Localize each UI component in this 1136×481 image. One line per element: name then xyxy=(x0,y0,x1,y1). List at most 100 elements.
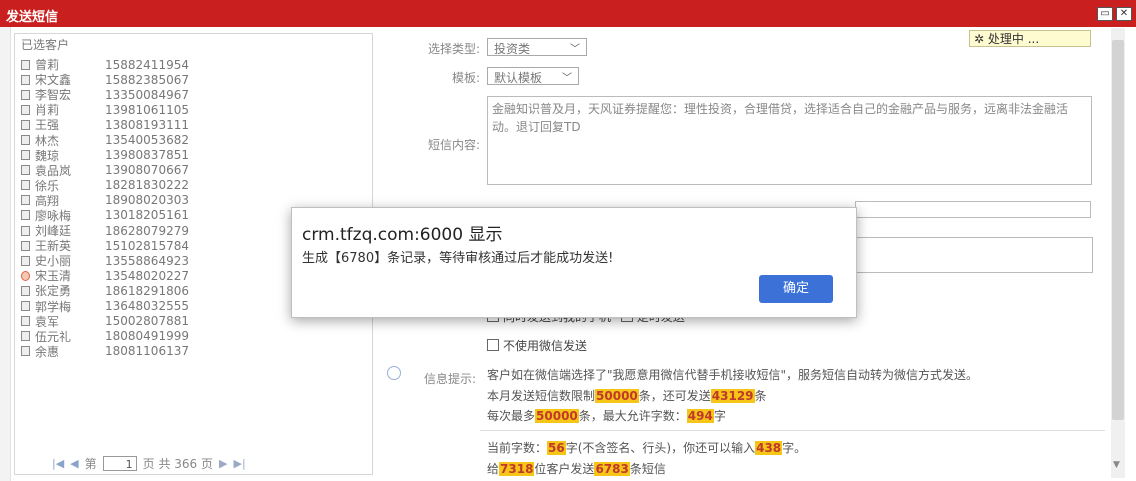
info-line-1: 客户如在微信端选择了"我愿意用微信代替手机接收短信"，服务短信自动转为微信方式发… xyxy=(487,368,979,382)
maximize-button[interactable]: ▭ xyxy=(1097,7,1113,21)
customer-icon xyxy=(21,331,30,342)
type-select[interactable]: 投资类 ﹀ xyxy=(487,38,587,56)
no-wechat-checkbox[interactable] xyxy=(487,339,499,351)
customer-icon xyxy=(21,210,30,221)
customer-phone: 18081106137 xyxy=(105,344,189,359)
info-line-3: 每次最多50000条，最大允许字数：494字 xyxy=(487,406,726,427)
no-wechat-label: 不使用微信发送 xyxy=(503,339,588,353)
type-label: 选择类型: xyxy=(427,42,480,56)
customer-phone: 15882385067 xyxy=(105,72,189,87)
dialog-title: crm.tfzq.com:6000 显示 xyxy=(302,225,503,245)
max-per-send-value: 50000 xyxy=(535,409,579,423)
customer-icon xyxy=(21,346,30,357)
first-page-icon[interactable]: |◀ xyxy=(52,457,64,470)
chevron-down-icon: ﹀ xyxy=(562,73,572,84)
template-select[interactable]: 默认模板 ﹀ xyxy=(487,67,579,85)
info-text: 本月发送短信数限制 xyxy=(487,389,596,403)
next-page-icon[interactable]: ▶ xyxy=(219,457,227,470)
info-text: 每次最多 xyxy=(487,409,536,423)
signature-field[interactable] xyxy=(855,201,1091,218)
customer-phone: 18281830222 xyxy=(105,178,189,193)
info-text: 条，还可发送 xyxy=(638,389,711,403)
info-text: 字。 xyxy=(782,441,807,455)
customer-icon xyxy=(21,104,30,115)
type-select-value: 投资类 xyxy=(494,42,531,56)
customer-row[interactable]: 高翔 18908020303 xyxy=(21,193,361,208)
page-number-input[interactable]: 1 xyxy=(102,456,137,471)
customer-row[interactable]: 林杰 13540053682 xyxy=(21,132,361,148)
customer-icon xyxy=(21,225,30,236)
customer-row[interactable]: 曾莉 15882411954 xyxy=(21,57,361,72)
info-text: 字(不含签名、行头)，你还可以输入 xyxy=(565,441,756,455)
customer-panel-header: 已选客户 xyxy=(21,38,70,52)
customer-phone: 18618291806 xyxy=(105,283,189,298)
info-text: 给 xyxy=(487,462,500,476)
close-button[interactable]: ✕ xyxy=(1116,7,1132,21)
extra-field[interactable] xyxy=(855,237,1093,273)
customer-row[interactable]: 袁品岚 13908070667 xyxy=(21,163,361,178)
customer-row[interactable]: 李智宏 13350084967 xyxy=(21,87,361,102)
chevron-down-icon: ﹀ xyxy=(570,44,580,55)
window-titlebar: 发送短信 ▭ ✕ xyxy=(0,0,1136,27)
last-page-icon[interactable]: ▶| xyxy=(233,457,245,470)
chars-left-value: 438 xyxy=(755,441,783,455)
monthly-limit-value: 50000 xyxy=(595,389,639,403)
customer-icon xyxy=(21,316,30,327)
customer-phone: 13018205161 xyxy=(105,208,189,223)
customer-phone: 15882411954 xyxy=(105,57,189,72)
customer-phone: 13540053682 xyxy=(105,133,189,148)
current-chars-value: 56 xyxy=(547,441,566,455)
info-line-2: 本月发送短信数限制50000条，还可发送43129条 xyxy=(487,386,767,407)
info-text: 字 xyxy=(713,409,726,423)
processing-text: 处理中 ... xyxy=(987,32,1040,46)
customer-row[interactable]: 肖莉 13981061105 xyxy=(21,102,361,117)
scroll-down-icon[interactable]: ▼ xyxy=(1113,460,1120,470)
customer-icon xyxy=(21,240,30,251)
customer-icon xyxy=(21,89,30,100)
customer-icon xyxy=(21,255,30,266)
customer-phone: 15102815784 xyxy=(105,238,189,253)
customer-row[interactable]: 伍元礼 18080491999 xyxy=(21,329,361,344)
info-text: 条短信 xyxy=(629,462,666,476)
customer-icon xyxy=(21,135,30,146)
customer-row[interactable]: 魏琼 13980837851 xyxy=(21,148,361,163)
customer-count-value: 7318 xyxy=(499,462,535,476)
customer-icon xyxy=(21,74,30,85)
max-chars-value: 494 xyxy=(686,409,714,423)
remaining-value: 43129 xyxy=(710,389,755,403)
customer-icon xyxy=(21,301,30,312)
page-prefix: 第 xyxy=(84,457,97,471)
processing-indicator: ✲ 处理中 ... xyxy=(969,30,1091,47)
window-title: 发送短信 xyxy=(6,10,59,25)
customer-row[interactable]: 宋文鑫 15882385067 xyxy=(21,72,361,87)
customer-icon xyxy=(21,270,30,281)
prev-page-icon[interactable]: ◀ xyxy=(70,457,78,470)
message-count-value: 6783 xyxy=(594,462,630,476)
template-label: 模板: xyxy=(451,71,480,85)
window-controls: ▭ ✕ xyxy=(1097,7,1132,21)
ok-button[interactable]: 确定 xyxy=(759,275,833,303)
alert-dialog: crm.tfzq.com:6000 显示 生成【6780】条记录，等待审核通过后… xyxy=(291,207,857,318)
customer-icon xyxy=(21,165,30,176)
left-edge-strip xyxy=(0,27,11,481)
spinner-icon: ✲ xyxy=(974,32,985,46)
customer-name: 余惠 xyxy=(35,344,60,359)
customer-row[interactable]: 余惠 18081106137 xyxy=(21,344,361,359)
scrollbar-thumb[interactable] xyxy=(1112,40,1124,420)
customer-row[interactable]: 王强 13808193111 xyxy=(21,117,361,132)
customer-icon xyxy=(21,180,30,191)
customer-phone: 13548020227 xyxy=(105,268,189,283)
customer-phone: 13908070667 xyxy=(105,163,189,178)
customer-row[interactable]: 徐乐 18281830222 xyxy=(21,178,361,193)
customer-phone: 18628079279 xyxy=(105,223,189,238)
page-total: 页 共 366 页 xyxy=(142,457,214,471)
info-icon xyxy=(387,366,401,380)
customer-phone: 15002807881 xyxy=(105,314,189,329)
info-text: 位客户发送 xyxy=(534,462,595,476)
customer-phone: 13808193111 xyxy=(105,117,189,132)
info-text: 条，最大允许字数： xyxy=(578,409,687,423)
content-textarea[interactable]: 金融知识普及月，天风证券提醒您：理性投资，合理借贷，选择适合自己的金融产品与服务… xyxy=(487,96,1092,185)
customer-phone: 13648032555 xyxy=(105,299,189,314)
template-select-value: 默认模板 xyxy=(494,71,543,85)
customer-icon xyxy=(21,119,30,130)
